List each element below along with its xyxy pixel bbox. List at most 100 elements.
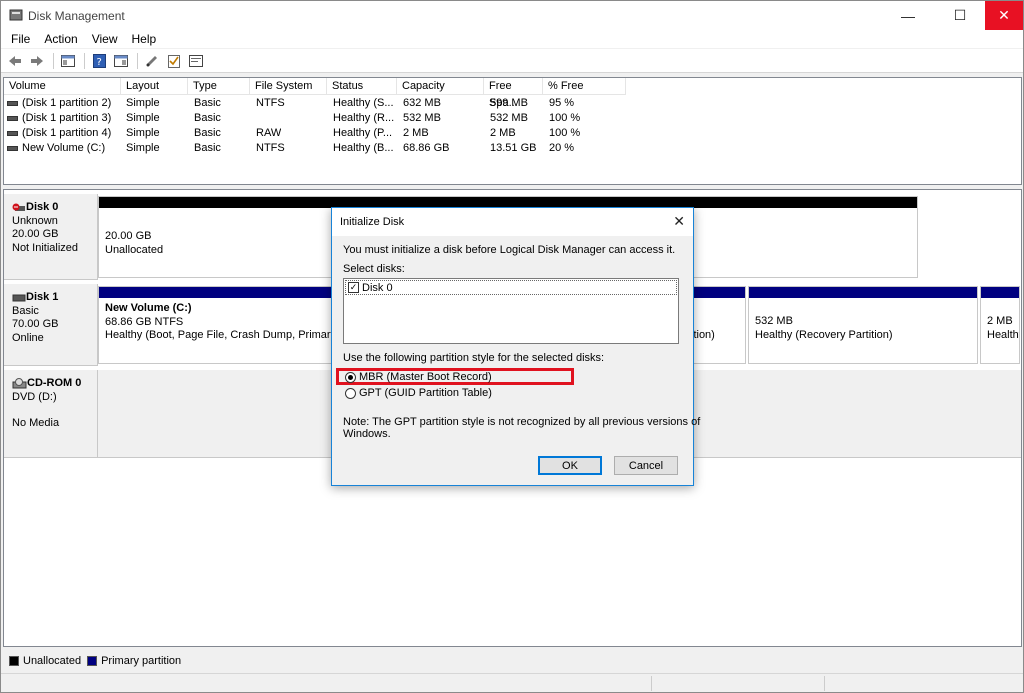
partition-status: Healthy	[987, 328, 1019, 341]
status-divider	[651, 676, 652, 691]
cell-type: Basic	[194, 97, 221, 109]
cell-file-system: RAW	[256, 127, 282, 139]
dialog-intro: You must initialize a disk before Logica…	[343, 244, 676, 256]
forward-icon[interactable]	[27, 52, 47, 70]
disk-0-type: Unknown	[12, 214, 58, 227]
toolbar-separator	[53, 52, 54, 69]
legend-unallocated-label: Unallocated	[23, 655, 82, 667]
cell-percent-free: 100 %	[549, 112, 581, 124]
disk-1-label[interactable]: Disk 1 Basic 70.00 GB Online	[4, 284, 98, 366]
console-tree-icon[interactable]	[58, 52, 78, 70]
cell-layout: Simple	[126, 97, 160, 109]
cell-free-space: 532 MB	[490, 112, 528, 124]
cell-type: Basic	[194, 142, 221, 154]
cell-free-space: 13.51 GB	[490, 142, 537, 154]
partition-disk1-p4[interactable]: 2 MB Healthy	[980, 286, 1020, 364]
cell-capacity: 632 MB	[403, 97, 441, 109]
column-file-system[interactable]: File System	[250, 78, 327, 95]
cell-status: Healthy (P...	[333, 127, 393, 139]
status-divider	[824, 676, 825, 691]
cdrom-0-drive: DVD (D:)	[12, 390, 57, 403]
volume-name: New Volume (C:)	[22, 142, 106, 154]
column-type[interactable]: Type	[188, 78, 250, 95]
gpt-radio[interactable]	[345, 387, 356, 399]
disk-1-name: Disk 1	[26, 291, 59, 303]
close-button[interactable]: ✕	[985, 1, 1023, 30]
disk-0-list-item[interactable]: ✓ Disk 0	[345, 280, 677, 295]
primary-partition-bar	[749, 287, 977, 298]
status-bar	[1, 673, 1023, 692]
initialize-disk-dialog: Initialize Disk ✕ You must initialize a …	[331, 207, 700, 486]
table-row-volume[interactable]: (Disk 1 partition 4)	[7, 126, 121, 141]
help-icon[interactable]: ?	[89, 52, 109, 70]
cell-layout: Simple	[126, 112, 160, 124]
mbr-label: MBR (Master Boot Record)	[359, 371, 492, 383]
disk-management-icon	[9, 9, 23, 21]
select-disks-label: Select disks:	[343, 263, 405, 275]
table-row-volume[interactable]: (Disk 1 partition 3)	[7, 111, 121, 126]
disk-1-type: Basic	[12, 304, 39, 317]
cdrom-0-media: No Media	[12, 417, 60, 429]
cell-capacity: 2 MB	[403, 127, 429, 139]
maximize-button[interactable]: ☐	[937, 1, 983, 30]
cell-capacity: 68.86 GB	[403, 142, 450, 154]
partition-style-label: Use the following partition style for th…	[343, 352, 605, 364]
mbr-radio[interactable]	[345, 371, 356, 383]
ok-button[interactable]: OK	[538, 456, 602, 475]
cdrom-0-label[interactable]: CD-ROM 0 DVD (D:) No Media	[4, 370, 98, 458]
disk-0-item-label: Disk 0	[362, 281, 393, 294]
primary-partition-bar	[981, 287, 1019, 298]
partition-size: 532 MB	[755, 315, 793, 327]
column-free-space[interactable]: Free Spa...	[484, 78, 543, 109]
menu-view[interactable]: View	[85, 30, 125, 48]
disk-0-name: Disk 0	[26, 201, 59, 213]
cell-percent-free: 100 %	[549, 127, 581, 139]
disk-0-label[interactable]: Disk 0 Unknown 20.00 GB Not Initialized	[4, 194, 98, 280]
cell-file-system: NTFS	[256, 142, 285, 154]
cell-free-space: 599 MB	[490, 97, 528, 109]
menu-help[interactable]: Help	[125, 30, 164, 48]
partition-disk1-p2[interactable]: ition)	[688, 286, 746, 364]
partition-size: 2 MB	[987, 315, 1013, 327]
volume-name: (Disk 1 partition 4)	[22, 127, 112, 139]
disk-0-checkbox[interactable]: ✓	[348, 282, 359, 293]
column-capacity[interactable]: Capacity	[397, 78, 484, 95]
properties-icon[interactable]	[111, 52, 131, 70]
primary-partition-bar	[689, 287, 745, 298]
menu-file[interactable]: File	[4, 30, 37, 48]
column-volume[interactable]: Volume	[4, 78, 121, 95]
column-percent-free[interactable]: % Free	[543, 78, 626, 95]
select-disks-list[interactable]: ✓ Disk 0	[343, 278, 679, 344]
mbr-radio-option[interactable]: MBR (Master Boot Record)	[345, 371, 492, 383]
check-icon[interactable]	[164, 52, 184, 70]
dialog-close-icon[interactable]: ✕	[673, 213, 685, 230]
menu-action[interactable]: Action	[37, 30, 84, 48]
column-status[interactable]: Status	[327, 78, 397, 95]
table-row-volume[interactable]: New Volume (C:)	[7, 141, 121, 156]
cancel-button[interactable]: Cancel	[614, 456, 678, 475]
gpt-note-line2: Windows.	[343, 428, 391, 440]
column-layout[interactable]: Layout	[121, 78, 188, 95]
partition-recovery[interactable]: 532 MB Healthy (Recovery Partition)	[748, 286, 978, 364]
legend-primary-swatch	[87, 656, 98, 666]
rescan-icon[interactable]	[142, 52, 162, 70]
cell-type: Basic	[194, 112, 221, 124]
gpt-radio-option[interactable]: GPT (GUID Partition Table)	[345, 387, 492, 399]
table-row-volume[interactable]: (Disk 1 partition 2)	[7, 96, 121, 111]
cell-file-system: NTFS	[256, 97, 285, 109]
disk-1-size: 70.00 GB	[12, 318, 59, 330]
disk-0-state: Not Initialized	[12, 241, 79, 254]
menu-bar: File Action View Help	[1, 30, 1023, 48]
cell-capacity: 532 MB	[403, 112, 441, 124]
dialog-title: Initialize Disk	[340, 216, 405, 228]
drive-icon	[7, 130, 18, 136]
cell-status: Healthy (R...	[333, 112, 395, 124]
disk-1-state: Online	[12, 331, 44, 344]
console-icon[interactable]	[186, 52, 206, 70]
svg-text:?: ?	[96, 57, 101, 68]
toolbar-separator	[84, 52, 85, 69]
drive-icon	[7, 145, 18, 151]
volume-list[interactable]: Volume Layout Type File System Status Ca…	[3, 77, 1022, 185]
minimize-button[interactable]: —	[885, 1, 931, 30]
back-icon[interactable]	[5, 52, 25, 70]
